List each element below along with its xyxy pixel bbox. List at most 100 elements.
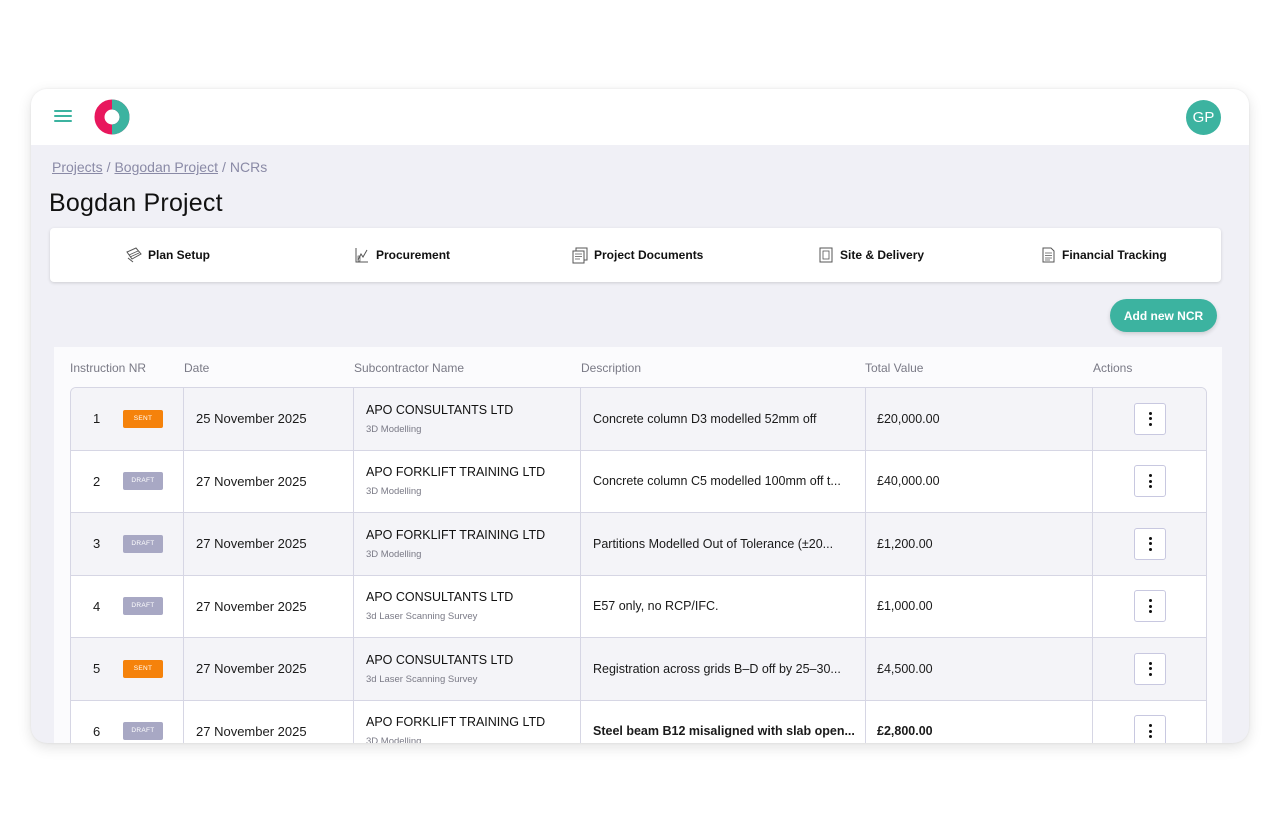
subcontractor-scope: 3D Modelling (366, 423, 422, 435)
description-cell: E57 only, no RCP/IFC. (580, 576, 865, 638)
plan-icon (126, 247, 142, 263)
total-value-cell: £1,000.00 (877, 599, 933, 614)
total-value-cell: £40,000.00 (877, 474, 940, 489)
column-header-actions: Actions (1093, 361, 1133, 375)
date-cell: 27 November 2025 (196, 598, 307, 614)
status-badge: DRAFT (123, 722, 163, 741)
subcontractor-scope: 3d Laser Scanning Survey (366, 611, 478, 623)
tab-procurement[interactable]: Procurement (353, 246, 450, 264)
app-logo[interactable] (94, 99, 130, 135)
subcontractor-name: APO CONSULTANTS LTD (366, 652, 514, 667)
status-badge: SENT (123, 409, 163, 428)
instruction-nr-cell: 1 SENT (71, 388, 183, 450)
tab-project-documents[interactable]: Project Documents (571, 246, 703, 264)
status-badge: DRAFT (123, 472, 163, 491)
instruction-nr-cell: 6 DRAFT (71, 701, 183, 744)
description-text: Concrete column C5 modelled 100mm off t.… (593, 474, 841, 489)
subcontractor-cell: APO CONSULTANTS LTD 3D Modelling (353, 388, 580, 450)
top-bar: GP (31, 89, 1249, 145)
description-text: Steel beam B12 misaligned with slab open… (593, 724, 855, 739)
user-avatar[interactable]: GP (1186, 100, 1221, 135)
breadcrumb: Projects / Bogodan Project / NCRs (52, 159, 267, 175)
actions-cell (1092, 388, 1206, 450)
status-badge: DRAFT (123, 534, 163, 553)
column-header-date[interactable]: Date (184, 361, 209, 375)
description-text: Concrete column D3 modelled 52mm off (593, 411, 817, 426)
instruction-number: 4 (93, 598, 101, 614)
column-header-total-value[interactable]: Total Value (865, 361, 923, 375)
tab-site-delivery[interactable]: Site & Delivery (817, 246, 924, 264)
table-row[interactable]: 5 SENT 27 November 2025 APO CONSULTANTS … (71, 638, 1206, 701)
tab-plan-setup[interactable]: Plan Setup (125, 246, 210, 264)
breadcrumb-project-link[interactable]: Bogodan Project (114, 159, 218, 175)
description-text: E57 only, no RCP/IFC. (593, 599, 719, 614)
date-cell: 27 November 2025 (196, 723, 307, 739)
description-cell: Concrete column D3 modelled 52mm off (580, 388, 865, 450)
table-row[interactable]: 2 DRAFT 27 November 2025 APO FORKLIFT TR… (71, 450, 1206, 513)
subcontractor-scope: 3D Modelling (366, 486, 422, 498)
instruction-nr-cell: 5 SENT (71, 638, 183, 700)
more-options-icon[interactable] (1134, 652, 1166, 685)
tab-label: Project Documents (594, 248, 704, 262)
description-text: Partitions Modelled Out of Tolerance (±2… (593, 536, 834, 551)
table-row[interactable]: 6 DRAFT 27 November 2025 APO FORKLIFT TR… (71, 700, 1206, 744)
date-cell: 27 November 2025 (196, 473, 307, 489)
more-options-icon[interactable] (1134, 465, 1166, 498)
status-badge: SENT (123, 659, 163, 678)
total-value-cell: £20,000.00 (877, 411, 940, 426)
instruction-number: 3 (93, 536, 101, 552)
subcontractor-name: APO CONSULTANTS LTD (366, 402, 514, 417)
financial-icon (1042, 247, 1055, 263)
app-window: GP Projects / Bogodan Project / NCRs Bogdan … (31, 89, 1249, 743)
subcontractor-cell: APO FORKLIFT TRAINING LTD 3D Modelling (353, 701, 580, 743)
subcontractor-cell: APO CONSULTANTS LTD 3d Laser Scanning Su… (353, 638, 580, 700)
column-header-instruction-nr[interactable]: Instruction NR (70, 361, 146, 375)
description-cell: Concrete column C5 modelled 100mm off t.… (580, 451, 865, 513)
table-row[interactable]: 4 DRAFT 27 November 2025 APO CONSULTANTS… (71, 575, 1206, 638)
subcontractor-name: APO FORKLIFT TRAINING LTD (366, 715, 546, 730)
instruction-nr-cell: 3 DRAFT (71, 513, 183, 575)
column-header-description[interactable]: Description (581, 361, 641, 375)
table-body: 1 SENT 25 November 2025 APO CONSULTANTS … (70, 387, 1207, 743)
actions-cell (1092, 513, 1206, 575)
tab-label: Procurement (376, 248, 451, 262)
instruction-nr-cell: 4 DRAFT (71, 576, 183, 638)
procurement-icon (355, 248, 368, 263)
subcontractor-scope: 3D Modelling (366, 548, 422, 560)
tab-financial-tracking[interactable]: Financial Tracking (1039, 246, 1167, 264)
actions-cell (1092, 576, 1206, 638)
total-value-cell: £1,200.00 (877, 536, 933, 551)
actions-cell (1092, 451, 1206, 513)
total-value-cell: £4,500.00 (877, 661, 933, 676)
actions-cell (1092, 638, 1206, 700)
ncr-table: Instruction NR Date Subcontractor Name D… (54, 347, 1222, 743)
documents-icon (572, 247, 588, 264)
instruction-number: 2 (93, 473, 101, 489)
add-new-ncr-button[interactable]: Add new NCR (1110, 299, 1217, 332)
more-options-icon[interactable] (1134, 402, 1166, 435)
date-cell: 27 November 2025 (196, 661, 307, 677)
column-header-subcontractor[interactable]: Subcontractor Name (354, 361, 464, 375)
more-options-icon[interactable] (1134, 527, 1166, 560)
instruction-number: 6 (93, 723, 101, 739)
status-badge: DRAFT (123, 597, 163, 616)
description-cell: Registration across grids B–D off by 25–… (580, 638, 865, 700)
instruction-nr-cell: 2 DRAFT (71, 451, 183, 513)
subcontractor-name: APO FORKLIFT TRAINING LTD (366, 465, 546, 480)
table-row[interactable]: 3 DRAFT 27 November 2025 APO FORKLIFT TR… (71, 513, 1206, 576)
page-title: Bogdan Project (49, 189, 223, 217)
site-icon (819, 247, 833, 263)
total-value-cell: £2,800.00 (877, 724, 933, 739)
subcontractor-cell: APO FORKLIFT TRAINING LTD 3D Modelling (353, 451, 580, 513)
more-options-icon[interactable] (1134, 715, 1166, 743)
description-cell: Steel beam B12 misaligned with slab open… (580, 701, 865, 744)
hamburger-menu-icon[interactable] (54, 110, 72, 124)
actions-cell (1092, 701, 1206, 743)
more-options-icon[interactable] (1134, 590, 1166, 623)
table-row[interactable]: 1 SENT 25 November 2025 APO CONSULTANTS … (71, 388, 1206, 451)
tab-label: Plan Setup (148, 248, 211, 262)
breadcrumb-projects-link[interactable]: Projects (52, 159, 103, 175)
subcontractor-name: APO FORKLIFT TRAINING LTD (366, 527, 546, 542)
date-cell: 27 November 2025 (196, 536, 307, 552)
breadcrumb-current: NCRs (229, 159, 268, 175)
